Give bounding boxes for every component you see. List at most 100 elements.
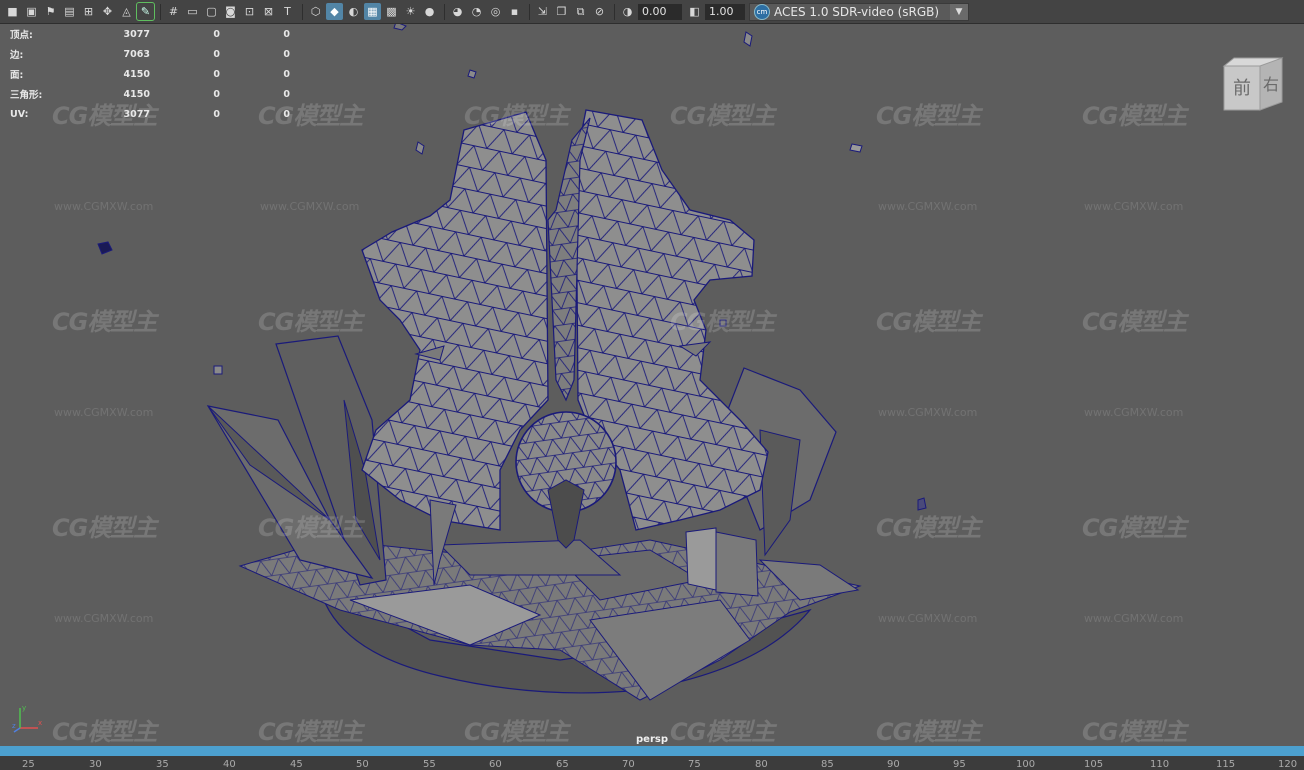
hud-label: UV: [10,108,29,120]
toolbar-divider [160,3,161,20]
color-space-select[interactable]: cm ACES 1.0 SDR-video (sRGB) ▼ [749,2,969,21]
hud-value: 0 [283,48,290,60]
move-tool-icon[interactable]: ✥ [99,3,116,20]
viewport-toolbar: ■ ▣ ⚑ ▤ ⊞ ✥ ◬ ✎ # ▭ ▢ ◙ ⊡ ⊠ T ⬡ ◆ ◐ ▦ ▩ … [0,0,1304,24]
toolbar-divider [614,3,615,20]
grid-toggle-icon[interactable]: ⊞ [80,3,97,20]
color-space-value: ACES 1.0 SDR-video (sRGB) [774,4,940,19]
3d-viewport[interactable]: CG模型主 CG模型主 CG模型主 CG模型主 CG模型主 CG模型主 CG模型… [0,24,1304,746]
frame-tick: 90 [887,759,900,770]
watermark-logo: CG模型主 [876,102,981,130]
axis-z-label: z [12,722,16,730]
watermark-logo: CG模型主 [670,308,775,336]
watermark-logo: CG模型主 [1082,308,1187,336]
hud-label: 三角形: [10,90,43,101]
view-cube-right-label: 右 [1263,75,1279,94]
motion-blur-icon[interactable]: ◔ [468,3,485,20]
view-cube[interactable]: 前 右 [1220,56,1284,112]
watermark-logo: CG模型主 [258,514,363,542]
watermark-url: www.CGMXW.com [1084,200,1184,213]
frame-tick: 40 [223,759,236,770]
lights-icon[interactable]: ☀ [402,3,419,20]
axis-gizmo: x y z [12,704,42,733]
chevron-down-icon[interactable]: ▼ [950,3,968,20]
axis-y-label: y [22,704,26,712]
hud-row-faces: 面: 4150 0 0 [10,64,290,84]
safe-title-icon[interactable]: T [279,3,296,20]
gamma-icon[interactable]: ◧ [686,3,703,20]
hud-value: 0 [213,28,220,40]
hud-value: 0 [283,108,290,120]
watermark-url: www.CGMXW.com [54,612,154,625]
multisample-icon[interactable]: ◎ [487,3,504,20]
toolbar-divider [302,3,303,20]
time-slider-bar[interactable] [0,746,1304,756]
gate-mask-icon[interactable]: ◙ [222,3,239,20]
frame-tick: 45 [290,759,303,770]
hud-value: 0 [213,88,220,100]
watermark-url: www.CGMXW.com [878,612,978,625]
default-material-icon[interactable]: ◐ [345,3,362,20]
watermark-url: www.CGMXW.com [54,406,154,419]
hud-value: 4150 [123,68,150,80]
hud-label: 边: [10,50,24,61]
snap-icon[interactable]: ◬ [118,3,135,20]
maya-app: ■ ▣ ⚑ ▤ ⊞ ✥ ◬ ✎ # ▭ ▢ ◙ ⊡ ⊠ T ⬡ ◆ ◐ ▦ ▩ … [0,0,1304,770]
frame-tick: 70 [622,759,635,770]
exposure-icon[interactable]: ◑ [619,3,636,20]
pencil-icon[interactable]: ✎ [136,2,155,21]
xray-icon[interactable]: ▩ [383,3,400,20]
time-slider-ruler[interactable]: 25 30 35 40 45 50 55 60 65 70 75 80 85 9… [0,756,1304,770]
hud-label: 顶点: [10,30,33,41]
poly-count-hud: 顶点: 3077 0 0 边: 7063 0 0 面: 4150 0 0 三角形… [10,24,290,124]
hud-row-vertices: 顶点: 3077 0 0 [10,24,290,44]
watermark-logo: CG模型主 [52,308,157,336]
field-chart-icon[interactable]: ⊡ [241,3,258,20]
backface-icon[interactable]: ⊘ [591,3,608,20]
left-crystal-shards [206,335,387,586]
xray-joints-icon[interactable]: ❐ [553,3,570,20]
camera-attr-icon[interactable]: ▣ [23,3,40,20]
gamma-field[interactable]: 1.00 [705,3,745,20]
watermark-logo: CG模型主 [670,102,775,130]
camera-icon[interactable]: ■ [4,3,21,20]
hud-value: 0 [283,88,290,100]
wireframe-on-shaded-icon[interactable]: ▦ [364,3,381,20]
smooth-shade-icon[interactable]: ◆ [326,3,343,20]
bookmark-icon[interactable]: ⚑ [42,3,59,20]
frame-tick: 50 [356,759,369,770]
hud-value: 0 [213,48,220,60]
view-cube-front-label: 前 [1233,78,1251,99]
scene-canvas[interactable] [0,24,1304,746]
hud-value: 0 [283,28,290,40]
safe-action-icon[interactable]: ⊠ [260,3,277,20]
resolution-gate-icon[interactable]: ▢ [203,3,220,20]
ssao-icon[interactable]: ◕ [449,3,466,20]
hud-value: 3077 [123,108,150,120]
frame-tick: 65 [556,759,569,770]
watermark-url: www.CGMXW.com [1084,612,1184,625]
exposure-field[interactable]: 0.00 [638,3,682,20]
watermark-url: www.CGMXW.com [54,200,154,213]
frame-tick: 60 [489,759,502,770]
hud-value: 3077 [123,28,150,40]
hud-value: 0 [213,68,220,80]
image-plane-icon[interactable]: ▤ [61,3,78,20]
watermark-url: www.CGMXW.com [1084,406,1184,419]
hud-label: 面: [10,70,24,81]
depth-of-field-icon[interactable]: ▪ [506,3,523,20]
hud-row-edges: 边: 7063 0 0 [10,44,290,64]
frame-tick: 35 [156,759,169,770]
frame-tick: 95 [953,759,966,770]
film-gate-icon[interactable]: ▭ [184,3,201,20]
watermark-logo: CG模型主 [1082,514,1187,542]
frame-tick: 80 [755,759,768,770]
watermark-url: www.CGMXW.com [260,200,360,213]
hud-value: 7063 [123,48,150,60]
color-management-icon[interactable]: cm [754,3,770,20]
shadows-icon[interactable]: ● [421,3,438,20]
grid-icon[interactable]: # [165,3,182,20]
isolate-select-icon[interactable]: ⇲ [534,3,551,20]
xray-active-icon[interactable]: ⧉ [572,3,589,20]
wireframe-icon[interactable]: ⬡ [307,3,324,20]
